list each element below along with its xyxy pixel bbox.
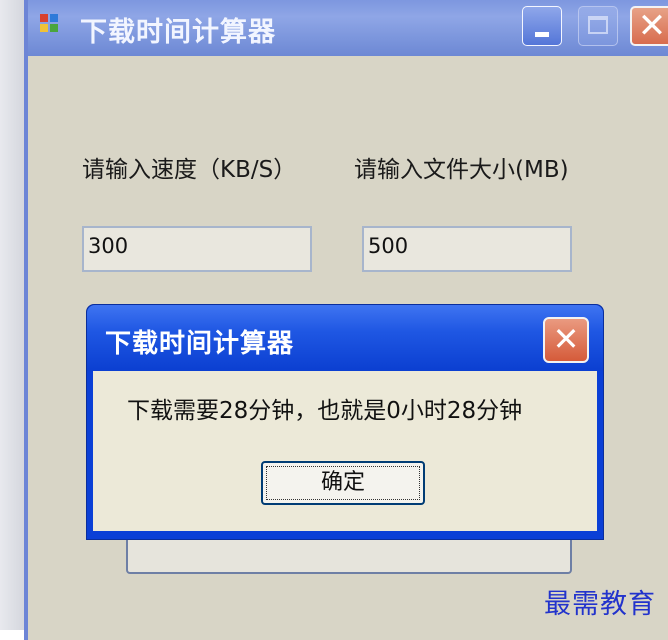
minimize-icon (535, 32, 549, 37)
speed-label: 请输入速度（KB/S） (82, 157, 297, 183)
size-label: 请输入文件大小(MB) (354, 157, 569, 183)
dialog-title: 下载时间计算器 (105, 329, 295, 359)
dialog-close-button[interactable]: ✕ (543, 317, 589, 363)
window-title: 下载时间计算器 (80, 17, 276, 48)
minimize-button[interactable] (522, 6, 562, 46)
maximize-button[interactable] (578, 6, 618, 46)
main-titlebar[interactable]: 下载时间计算器 ✕ (28, 0, 668, 56)
size-input[interactable]: 500 (362, 226, 572, 272)
speed-input[interactable]: 300 (82, 226, 312, 272)
maximize-icon (588, 16, 608, 34)
dialog-client-area: 下载需要28分钟，也就是0小时28分钟 确定 (93, 371, 597, 531)
watermark-text: 最需教育 (544, 589, 656, 620)
close-icon: ✕ (637, 6, 667, 46)
message-dialog: 下载时间计算器 ✕ 下载需要28分钟，也就是0小时28分钟 确定 (86, 304, 604, 540)
ok-button[interactable]: 确定 (261, 461, 425, 505)
dialog-message: 下载需要28分钟，也就是0小时28分钟 (127, 398, 523, 424)
dialog-titlebar[interactable]: 下载时间计算器 ✕ (87, 305, 603, 371)
desktop-background-strip (0, 0, 24, 630)
app-icon (40, 14, 60, 34)
close-icon: ✕ (552, 320, 580, 358)
close-button[interactable]: ✕ (630, 6, 668, 46)
